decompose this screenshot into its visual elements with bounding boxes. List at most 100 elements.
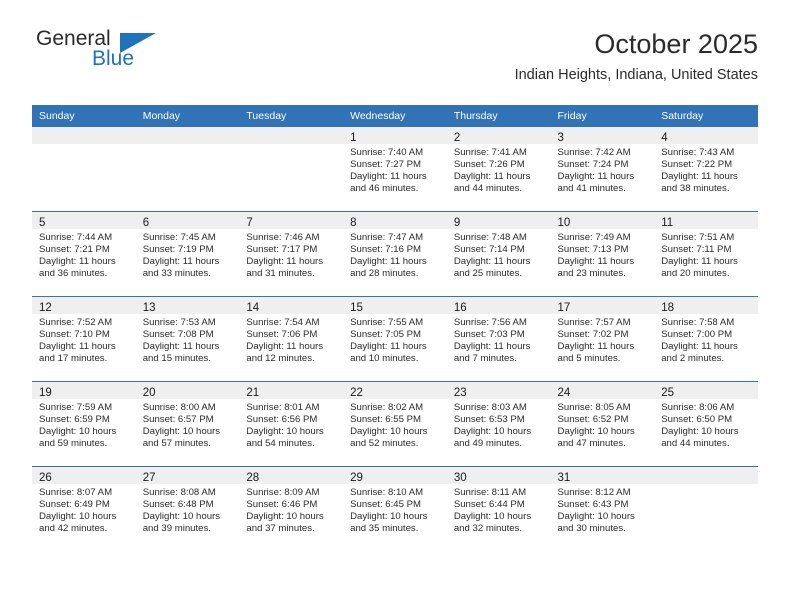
calendar-day-cell[interactable]: 27 Sunrise: 8:08 AM Sunset: 6:48 PM Dayligh… — [135, 466, 240, 551]
day-number: 19 — [39, 387, 52, 399]
sunrise-text: Sunrise: 7:51 AM — [661, 232, 735, 243]
daylight-text: Daylight: 10 hours and 44 minutes. — [661, 426, 739, 450]
day-cell-content: 28 Sunrise: 8:09 AM Sunset: 6:46 PM Dayligh… — [239, 467, 344, 551]
calendar-day-cell[interactable]: 4 Sunrise: 7:43 AM Sunset: 7:22 PM Daylight… — [654, 127, 758, 212]
daylight-text: Daylight: 10 hours and 47 minutes. — [557, 426, 635, 450]
day-cell-content: 29 Sunrise: 8:10 AM Sunset: 6:45 PM Dayligh… — [343, 467, 447, 551]
sunset-text: Sunset: 7:08 PM — [142, 329, 214, 341]
calendar-day-cell[interactable]: 2 Sunrise: 7:41 AM Sunset: 7:26 PM Daylight… — [446, 127, 551, 212]
day-number: 21 — [246, 387, 260, 399]
day-number: 31 — [557, 472, 571, 484]
sunset-text: Sunset: 6:53 PM — [453, 414, 525, 426]
calendar-day-cell[interactable]: 5 Sunrise: 7:44 AM Sunset: 7:21 PM Daylight… — [32, 211, 136, 297]
sunset-text: Sunset: 7:26 PM — [453, 159, 525, 171]
day-cell-content: 20 Sunrise: 8:00 AM Sunset: 6:57 PM Dayligh… — [135, 382, 240, 466]
calendar-day-cell[interactable]: 20 Sunrise: 8:00 AM Sunset: 6:57 PM Dayligh… — [135, 381, 240, 467]
daylight-text: Daylight: 11 hours and 12 minutes. — [246, 341, 324, 365]
day-number: 15 — [350, 302, 363, 314]
day-number-band: 26 — [32, 467, 136, 484]
sunset-text: Sunset: 7:10 PM — [39, 329, 110, 341]
day-cell-content: 15 Sunrise: 7:55 AM Sunset: 7:05 PM Dayligh… — [343, 297, 447, 381]
day-number-band: 27 — [135, 467, 240, 484]
calendar-day-cell[interactable]: 26 Sunrise: 8:07 AM Sunset: 6:49 PM Dayligh… — [32, 466, 136, 551]
calendar-day-cell[interactable]: 29 Sunrise: 8:10 AM Sunset: 6:45 PM Dayligh… — [343, 466, 447, 551]
day-number: 2 — [453, 132, 461, 144]
calendar-day-cell[interactable]: 10 Sunrise: 7:49 AM Sunset: 7:13 PM Dayligh… — [550, 211, 655, 297]
daylight-text: Daylight: 10 hours and 39 minutes. — [142, 511, 221, 535]
daylight-text: Daylight: 10 hours and 49 minutes. — [453, 426, 532, 450]
calendar-day-cell[interactable]: 8 Sunrise: 7:47 AM Sunset: 7:16 PM Daylight… — [343, 211, 447, 297]
calendar-day-cell[interactable]: 17 Sunrise: 7:57 AM Sunset: 7:02 PM Dayligh… — [550, 296, 655, 382]
day-cell-content: 5 Sunrise: 7:44 AM Sunset: 7:21 PM Daylight… — [32, 212, 136, 296]
day-number-band: 13 — [135, 297, 240, 314]
sunset-text: Sunset: 6:52 PM — [557, 414, 629, 426]
day-number: 4 — [661, 132, 668, 144]
calendar-day-cell[interactable]: 12 Sunrise: 7:52 AM Sunset: 7:10 PM Dayligh… — [32, 296, 136, 382]
sunset-text: Sunset: 6:49 PM — [39, 499, 110, 511]
day-info: Sunrise: 8:01 AM Sunset: 6:56 PM Daylight:… — [239, 399, 343, 450]
sunrise-text: Sunrise: 7:49 AM — [557, 232, 631, 243]
day-info: Sunrise: 7:48 AM Sunset: 7:14 PM Daylight:… — [447, 229, 551, 280]
sunrise-text: Sunrise: 7:55 AM — [350, 317, 424, 328]
calendar-day-cell[interactable]: 3 Sunrise: 7:42 AM Sunset: 7:24 PM Daylight… — [550, 127, 655, 212]
calendar-day-cell[interactable]: 1 Sunrise: 7:40 AM Sunset: 7:27 PM Daylight… — [343, 127, 447, 212]
calendar-day-cell[interactable]: 14 Sunrise: 7:54 AM Sunset: 7:06 PM Dayligh… — [239, 296, 344, 382]
calendar-day-cell[interactable]: 25 Sunrise: 8:06 AM Sunset: 6:50 PM Dayligh… — [654, 381, 758, 467]
calendar-day-cell[interactable]: 28 Sunrise: 8:09 AM Sunset: 6:46 PM Dayligh… — [239, 466, 344, 551]
daylight-text: Daylight: 11 hours and 23 minutes. — [557, 256, 635, 280]
calendar-day-cell[interactable]: 23 Sunrise: 8:03 AM Sunset: 6:53 PM Dayligh… — [446, 381, 551, 467]
calendar-day-cell[interactable]: 13 Sunrise: 7:53 AM Sunset: 7:08 PM Dayligh… — [135, 296, 240, 382]
calendar-day-cell[interactable]: 11 Sunrise: 7:51 AM Sunset: 7:11 PM Dayligh… — [654, 211, 758, 297]
day-cell-content — [654, 467, 758, 551]
day-cell-content — [239, 127, 344, 211]
calendar-day-cell[interactable]: 7 Sunrise: 7:46 AM Sunset: 7:17 PM Daylight… — [239, 211, 344, 297]
day-info: Sunrise: 8:12 AM Sunset: 6:43 PM Daylight:… — [551, 484, 655, 535]
calendar-day-cell[interactable]: 21 Sunrise: 8:01 AM Sunset: 6:56 PM Dayligh… — [239, 381, 344, 467]
day-number-band: 1 — [343, 127, 447, 144]
day-number: 3 — [557, 132, 564, 144]
calendar-day-cell[interactable]: 15 Sunrise: 7:55 AM Sunset: 7:05 PM Dayligh… — [343, 296, 447, 382]
sunset-text: Sunset: 7:11 PM — [661, 244, 732, 256]
calendar-day-cell[interactable]: 19 Sunrise: 7:59 AM Sunset: 6:59 PM Dayligh… — [32, 381, 136, 467]
daylight-text: Daylight: 11 hours and 2 minutes. — [661, 341, 738, 365]
weekday-header-row: Sunday Monday Tuesday Wednesday Thursday Frid… — [32, 105, 758, 127]
day-number-band: 4 — [654, 127, 758, 144]
day-cell-content: 22 Sunrise: 8:02 AM Sunset: 6:55 PM Dayligh… — [343, 382, 447, 466]
day-info: Sunrise: 7:59 AM Sunset: 6:59 PM Daylight:… — [32, 399, 136, 450]
day-number-band: 28 — [239, 467, 344, 484]
day-info: Sunrise: 8:00 AM Sunset: 6:57 PM Daylight:… — [136, 399, 240, 450]
day-number-band: 30 — [446, 467, 551, 484]
day-info: Sunrise: 7:53 AM Sunset: 7:08 PM Daylight:… — [136, 314, 240, 365]
daylight-text: Daylight: 11 hours and 28 minutes. — [350, 256, 427, 280]
day-info: Sunrise: 7:51 AM Sunset: 7:11 PM Daylight:… — [654, 229, 758, 280]
calendar-day-cell[interactable]: 22 Sunrise: 8:02 AM Sunset: 6:55 PM Dayligh… — [343, 381, 447, 467]
day-number: 18 — [661, 302, 675, 314]
day-info: Sunrise: 7:55 AM Sunset: 7:05 PM Daylight:… — [343, 314, 447, 365]
sunrise-text: Sunrise: 7:56 AM — [453, 317, 527, 328]
day-number: 25 — [661, 387, 675, 399]
day-cell-content: 25 Sunrise: 8:06 AM Sunset: 6:50 PM Dayligh… — [654, 382, 758, 466]
brand-logo[interactable]: General Blue — [32, 28, 272, 90]
day-cell-content: 30 Sunrise: 8:11 AM Sunset: 6:44 PM Dayligh… — [446, 467, 551, 551]
calendar-day-cell[interactable]: 6 Sunrise: 7:45 AM Sunset: 7:19 PM Daylight… — [135, 211, 240, 297]
day-number: 1 — [350, 132, 357, 144]
day-number-band: 29 — [343, 467, 447, 484]
calendar-table: Sunday Monday Tuesday Wednesday Thursday Frid… — [32, 105, 758, 551]
day-number-band: 9 — [446, 212, 551, 229]
calendar-day-cell[interactable]: 30 Sunrise: 8:11 AM Sunset: 6:44 PM Dayligh… — [446, 466, 551, 551]
day-number: 9 — [453, 217, 461, 229]
sunrise-text: Sunrise: 7:57 AM — [557, 317, 631, 328]
sunset-text: Sunset: 7:14 PM — [453, 244, 525, 256]
day-number-band: 19 — [32, 382, 136, 399]
sunrise-text: Sunrise: 8:08 AM — [142, 487, 216, 498]
calendar-day-cell[interactable]: 31 Sunrise: 8:12 AM Sunset: 6:43 PM Dayligh… — [550, 466, 655, 551]
sunrise-text: Sunrise: 7:53 AM — [142, 317, 216, 328]
sunset-text: Sunset: 6:57 PM — [142, 414, 214, 426]
day-cell-content: 12 Sunrise: 7:52 AM Sunset: 7:10 PM Dayligh… — [32, 297, 136, 381]
day-cell-content: 31 Sunrise: 8:12 AM Sunset: 6:43 PM Dayligh… — [550, 467, 655, 551]
sunset-text: Sunset: 7:00 PM — [661, 329, 733, 341]
calendar-day-cell[interactable]: 18 Sunrise: 7:58 AM Sunset: 7:00 PM Dayligh… — [654, 296, 758, 382]
calendar-day-cell[interactable]: 24 Sunrise: 8:05 AM Sunset: 6:52 PM Dayligh… — [550, 381, 655, 467]
calendar-day-cell[interactable]: 9 Sunrise: 7:48 AM Sunset: 7:14 PM Daylight… — [446, 211, 551, 297]
calendar-day-cell[interactable]: 16 Sunrise: 7:56 AM Sunset: 7:03 PM Dayligh… — [446, 296, 551, 382]
